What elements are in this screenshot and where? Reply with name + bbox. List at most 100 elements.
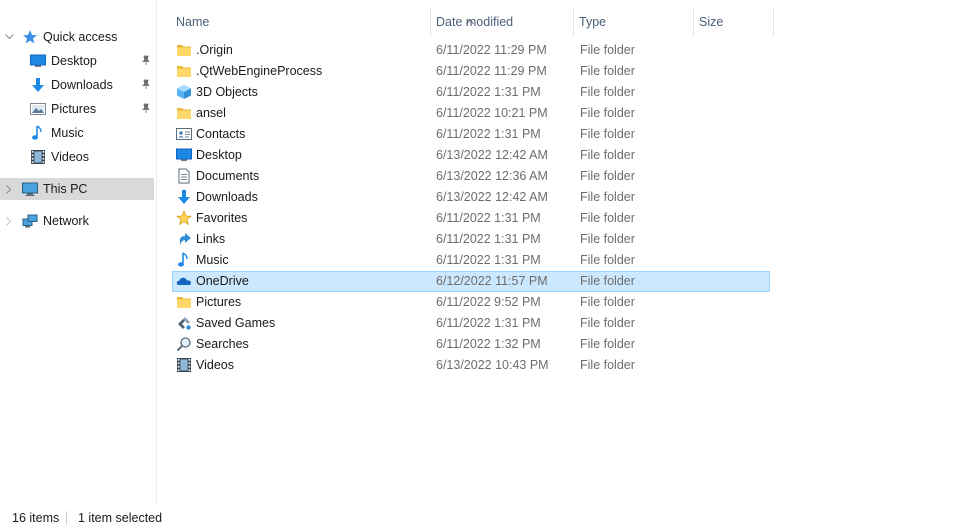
file-type: File folder [580, 316, 635, 330]
pane-divider[interactable] [156, 0, 157, 505]
file-row[interactable]: .Origin 6/11/2022 11:29 PM File folder [172, 40, 770, 61]
file-type: File folder [580, 337, 635, 351]
file-row[interactable]: Favorites 6/11/2022 1:31 PM File folder [172, 208, 770, 229]
nav-item-pictures[interactable]: Pictures [0, 98, 154, 120]
documents-icon [176, 168, 192, 184]
file-type: File folder [580, 169, 635, 183]
chevron-down-icon[interactable] [4, 26, 14, 48]
file-type: File folder [580, 253, 635, 267]
file-row[interactable]: ansel 6/11/2022 10:21 PM File folder [172, 103, 770, 124]
column-headers: Name Date modified Type Size [170, 8, 774, 36]
contacts-icon [176, 126, 192, 142]
nav-item-this-pc[interactable]: This PC [0, 178, 154, 200]
download-icon [30, 77, 46, 93]
status-selection-count: 1 item selected [78, 511, 163, 525]
file-row[interactable]: Downloads 6/13/2022 12:42 AM File folder [172, 187, 770, 208]
file-row[interactable]: Videos 6/13/2022 10:43 PM File folder [172, 355, 770, 376]
file-type: File folder [580, 43, 635, 57]
file-type: File folder [580, 211, 635, 225]
file-type: File folder [580, 85, 635, 99]
file-name: Pictures [196, 295, 242, 309]
file-row[interactable]: Pictures 6/11/2022 9:52 PM File folder [172, 292, 770, 313]
file-name: Searches [196, 337, 249, 351]
file-name: OneDrive [196, 274, 249, 288]
file-name: .Origin [196, 43, 233, 57]
nav-item-network[interactable]: Network [0, 210, 154, 232]
file-name: Links [196, 232, 226, 246]
file-name: Documents [196, 169, 260, 183]
search-icon [176, 336, 192, 352]
file-row[interactable]: Links 6/11/2022 1:31 PM File folder [172, 229, 770, 250]
folder-icon [176, 63, 192, 79]
nav-item-label: Music [51, 126, 84, 140]
file-date-modified: 6/11/2022 1:31 PM [436, 253, 541, 267]
file-date-modified: 6/13/2022 12:42 AM [436, 148, 548, 162]
file-row-selected[interactable]: OneDrive 6/12/2022 11:57 PM File folder [172, 271, 770, 292]
file-row[interactable]: Documents 6/13/2022 12:36 AM File folder [172, 166, 770, 187]
links-icon [176, 231, 192, 247]
file-row[interactable]: Desktop 6/13/2022 12:42 AM File folder [172, 145, 770, 166]
file-date-modified: 6/11/2022 1:32 PM [436, 337, 541, 351]
star-icon [22, 29, 38, 45]
nav-item-videos[interactable]: Videos [0, 146, 154, 168]
file-row[interactable]: Contacts 6/11/2022 1:31 PM File folder [172, 124, 770, 145]
music-icon [30, 125, 46, 141]
file-type: File folder [580, 190, 635, 204]
file-type: File folder [580, 127, 635, 141]
pin-icon[interactable] [140, 101, 152, 117]
file-row[interactable]: Saved Games 6/11/2022 1:31 PM File folde… [172, 313, 770, 334]
file-date-modified: 6/11/2022 1:31 PM [436, 316, 541, 330]
nav-item-quick-access[interactable]: Quick access [0, 26, 154, 48]
network-icon [22, 213, 38, 229]
nav-item-label: Downloads [51, 78, 113, 92]
file-name: ansel [196, 106, 226, 120]
videos-icon [176, 357, 192, 373]
file-date-modified: 6/13/2022 10:43 PM [436, 358, 549, 372]
file-date-modified: 6/11/2022 1:31 PM [436, 85, 541, 99]
pin-icon[interactable] [140, 77, 152, 93]
file-type: File folder [580, 64, 635, 78]
column-header-date-modified[interactable]: Date modified [430, 8, 573, 36]
nav-item-desktop[interactable]: Desktop [0, 50, 154, 72]
file-type: File folder [580, 295, 635, 309]
file-row[interactable]: Searches 6/11/2022 1:32 PM File folder [172, 334, 770, 355]
pictures-icon [30, 101, 46, 117]
nav-item-music[interactable]: Music [0, 122, 154, 144]
column-divider[interactable] [773, 8, 774, 36]
nav-item-label: Pictures [51, 102, 97, 116]
file-row[interactable]: .QtWebEngineProcess 6/11/2022 11:29 PM F… [172, 61, 770, 82]
file-name: .QtWebEngineProcess [196, 64, 323, 78]
file-name: Favorites [196, 211, 248, 225]
status-bar: 16 items 1 item selected [0, 505, 968, 528]
chevron-right-icon[interactable] [4, 178, 14, 200]
desktop-icon [30, 53, 46, 69]
file-date-modified: 6/11/2022 11:29 PM [436, 64, 547, 78]
file-row[interactable]: Music 6/11/2022 1:31 PM File folder [172, 250, 770, 271]
column-header-type[interactable]: Type [573, 8, 693, 36]
file-date-modified: 6/11/2022 1:31 PM [436, 211, 541, 225]
navigation-pane: Quick access Desktop Downloads Pictures [0, 0, 156, 505]
file-date-modified: 6/12/2022 11:57 PM [436, 274, 548, 288]
file-date-modified: 6/11/2022 10:21 PM [436, 106, 548, 120]
status-item-count: 16 items [12, 511, 60, 525]
column-header-size[interactable]: Size [693, 8, 773, 36]
saved-games-icon [176, 315, 192, 331]
nav-item-downloads[interactable]: Downloads [0, 74, 154, 96]
file-row[interactable]: 3D Objects 6/11/2022 1:31 PM File folder [172, 82, 770, 103]
computer-icon [22, 181, 38, 197]
folder-icon [176, 42, 192, 58]
star-icon [175, 209, 193, 226]
onedrive-icon [176, 273, 192, 289]
file-name: 3D Objects [196, 85, 258, 99]
nav-item-label: This PC [43, 182, 88, 196]
column-header-name[interactable]: Name [170, 8, 430, 36]
file-name: Music [196, 253, 229, 267]
chevron-right-icon[interactable] [4, 210, 14, 232]
pin-icon[interactable] [140, 53, 152, 69]
file-date-modified: 6/11/2022 1:31 PM [436, 127, 541, 141]
file-date-modified: 6/13/2022 12:36 AM [436, 169, 548, 183]
file-name: Contacts [196, 127, 246, 141]
file-date-modified: 6/11/2022 11:29 PM [436, 43, 547, 57]
file-name: Downloads [196, 190, 258, 204]
nav-item-label: Videos [51, 150, 89, 164]
